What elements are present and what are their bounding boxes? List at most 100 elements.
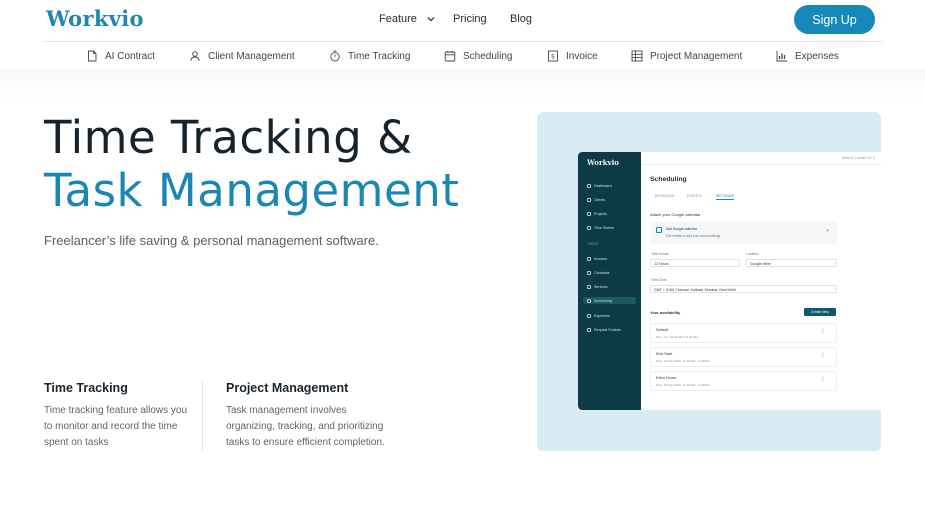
app-sidebar-item-active: Scheduling	[583, 297, 636, 304]
stopwatch-icon	[330, 50, 340, 62]
app-time-format-label: Time format	[651, 252, 669, 256]
app-page-title: Scheduling	[650, 176, 687, 183]
app-row-title: Default	[656, 328, 669, 332]
app-add-calendar-sub: Get events to add your new bookings	[666, 234, 721, 238]
app-top-divider	[641, 164, 881, 165]
plus-icon: +	[826, 228, 829, 234]
hero-tagline: Freelancer’s life saving & personal mana…	[44, 233, 379, 248]
feature-title-project-management: Project Management	[226, 381, 349, 395]
app-availability-row: Extra Hours Wed, 28 Sep 2023, 11:00 AM -…	[650, 371, 837, 391]
subnav-item-expenses[interactable]: Expenses	[776, 50, 839, 62]
app-top-search: Search | email • E 1	[841, 156, 875, 160]
app-tab-bookings: BOOKINGS	[655, 194, 675, 198]
feature-subnav: AI Contract Client Management Time Track…	[0, 42, 925, 72]
app-create-new-button: Create New	[804, 308, 836, 316]
nav-feature-dropdown[interactable]: Feature	[379, 13, 436, 25]
app-location-field: Google Meet	[746, 259, 837, 267]
app-timezone-field: GMT + 5:30) Chennai, Kolkata, Mumbai, Ne…	[650, 285, 837, 293]
feature-title-time-tracking: Time Tracking	[44, 381, 128, 395]
app-sidebar-item: Dashboard	[587, 184, 612, 188]
calendar-icon	[444, 51, 456, 62]
app-screenshot: Workvio Dashboard Clients Projects Time …	[578, 152, 881, 410]
kebab-menu-icon: ⋮	[820, 377, 826, 383]
subnav-item-ai-contract[interactable]: AI Contract	[86, 50, 155, 62]
app-location-label: Location	[746, 252, 759, 256]
workvio-logo[interactable]: Workvio	[46, 6, 144, 31]
invoice-icon: $	[548, 50, 558, 62]
subnav-item-invoice[interactable]: $ Invoice	[547, 50, 598, 62]
app-row-title: Kick Start	[656, 352, 673, 356]
subnav-label: Time Tracking	[348, 50, 411, 62]
hero-heading-line-2: Task Management	[44, 164, 460, 217]
document-icon	[88, 50, 97, 62]
google-calendar-icon	[656, 227, 662, 233]
request-icon	[587, 328, 591, 332]
top-navigation-bar: Workvio Feature Pricing Blog Sign Up	[0, 0, 925, 40]
dashboard-icon	[587, 184, 591, 188]
subnav-label: Invoice	[566, 50, 598, 62]
subnav-item-scheduling[interactable]: Scheduling	[444, 50, 512, 62]
app-row-sub: Wed, 28 Sep 2023, 11:00 AM - 12:00PM	[656, 383, 710, 387]
app-sidebar-label: Dashboard	[594, 184, 612, 188]
app-sidebar-item: Projects	[587, 212, 607, 216]
app-row-sub: Mon - Fri, 09:00 AM to 6:00 PM	[656, 335, 698, 339]
timesheets-icon	[587, 226, 591, 230]
feature-text-project-management: Task management involves organizing, tra…	[226, 405, 385, 448]
subnav-item-project-management[interactable]: Project Management	[631, 50, 742, 62]
subnav-label: AI Contract	[105, 50, 156, 62]
user-icon	[190, 51, 200, 62]
app-sidebar-label: Services	[594, 285, 608, 289]
app-sidebar-item: Request Feature	[587, 328, 621, 332]
app-logo: Workvio	[587, 158, 619, 167]
kebab-menu-icon: ⋮	[820, 353, 826, 359]
scheduling-icon	[587, 298, 591, 303]
app-timezone-label: Time Zone	[651, 278, 667, 282]
app-calendar-card: Add Google calendar Get events to add yo…	[650, 222, 837, 244]
nav-blog-link[interactable]: Blog	[510, 13, 532, 25]
app-attach-label: Attach your Google calendar	[650, 212, 701, 217]
kebab-menu-icon: ⋮	[820, 329, 826, 335]
app-sidebar-label: Contracts	[594, 271, 610, 275]
expenses-icon	[587, 314, 591, 318]
app-sidebar-item: Contracts	[587, 271, 609, 275]
app-availability-label: Your availability	[650, 310, 681, 315]
svg-text:$: $	[551, 54, 555, 61]
app-sidebar-label: Invoices	[594, 257, 608, 261]
app-add-calendar: Add Google calendar	[666, 227, 697, 231]
clients-icon	[587, 198, 591, 202]
subnav-label: Project Management	[650, 50, 743, 62]
app-sidebar-item: Clients	[587, 198, 605, 202]
app-sidebar-item: Time Sheets	[587, 226, 614, 230]
services-icon	[587, 285, 591, 289]
subnav-item-time-tracking[interactable]: Time Tracking	[329, 50, 410, 62]
app-sidebar-label: Request Feature	[594, 328, 621, 332]
app-tab-events: EVENTS	[687, 194, 702, 198]
app-sidebar-section: TOOLS	[587, 242, 599, 246]
subnav-label: Expenses	[795, 50, 839, 62]
app-availability-row: Kick Start Wed, 20 Sep 2023, 11:00 AM - …	[650, 347, 837, 367]
app-sidebar: Workvio Dashboard Clients Projects Time …	[578, 152, 641, 410]
subnav-label: Scheduling	[463, 50, 513, 62]
app-tab-settings: SETTINGS	[716, 194, 734, 200]
app-availability-row: Default Mon - Fri, 09:00 AM to 6:00 PM ⋮	[650, 323, 837, 343]
app-sidebar-label: Clients	[594, 198, 605, 202]
hero-heading-line-1: Time Tracking &	[44, 111, 413, 164]
app-sidebar-label: Time Sheets	[594, 226, 615, 230]
nav-feature-label: Feature	[379, 13, 417, 25]
chart-icon	[776, 51, 787, 62]
projects-icon	[587, 212, 591, 216]
list-icon	[631, 50, 643, 62]
app-sidebar-label: Scheduling	[594, 298, 612, 303]
chevron-down-icon	[427, 17, 435, 22]
contracts-icon	[587, 271, 591, 275]
app-preview-panel: Workvio Dashboard Clients Projects Time …	[537, 112, 881, 451]
app-main-area: Search | email • E 1 Scheduling BOOKINGS…	[641, 152, 881, 410]
app-time-format-field: 12 Hours	[650, 259, 740, 267]
subnav-item-client-management[interactable]: Client Management	[189, 50, 295, 62]
app-sidebar-item: Services	[587, 285, 608, 289]
nav-pricing-link[interactable]: Pricing	[453, 13, 487, 25]
feature-text-time-tracking: Time tracking feature allows you to moni…	[44, 405, 188, 448]
sign-up-button[interactable]: Sign Up	[794, 5, 875, 34]
subnav-label: Client Management	[208, 50, 295, 62]
app-sidebar-item: Expenses	[587, 314, 610, 318]
